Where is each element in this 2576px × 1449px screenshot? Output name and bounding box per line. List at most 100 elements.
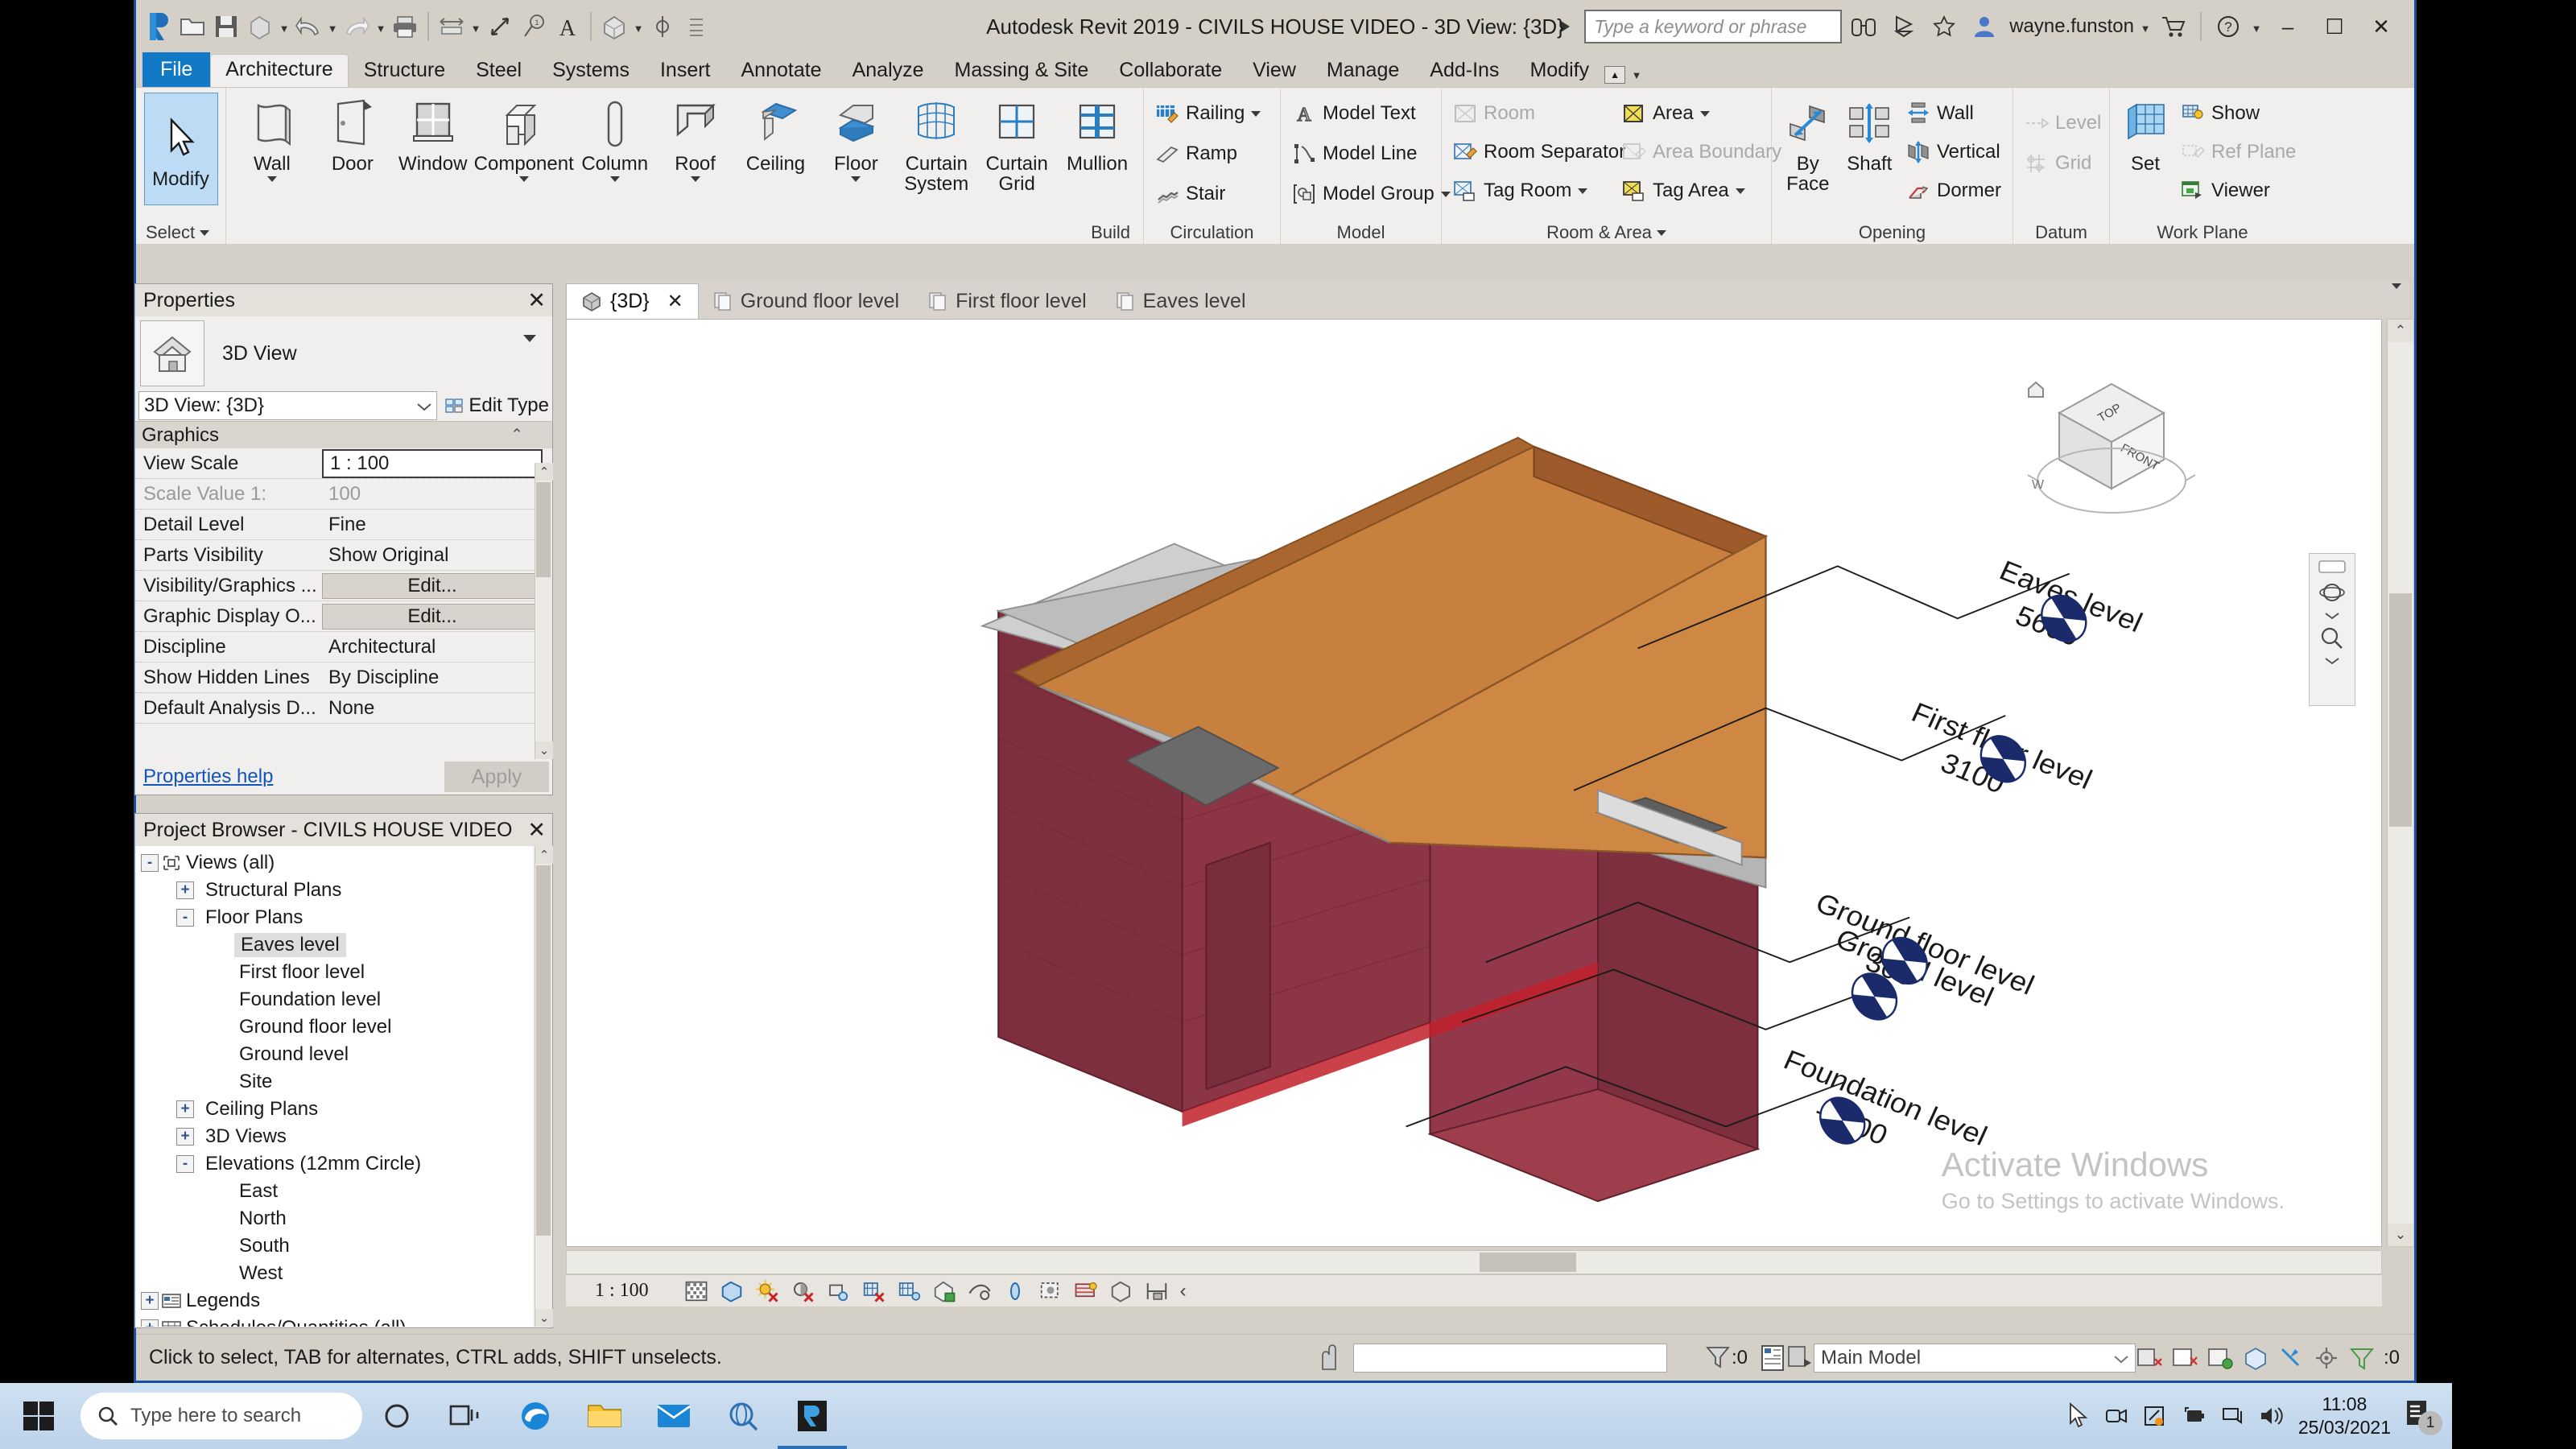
set-work-plane-button[interactable]: Set xyxy=(2116,93,2174,174)
tab-add-ins[interactable]: Add-Ins xyxy=(1414,56,1514,87)
sun-path-off-icon[interactable] xyxy=(755,1279,779,1303)
zoom-icon[interactable] xyxy=(2317,625,2347,652)
tag-room-dropdown-icon[interactable] xyxy=(1578,188,1588,194)
component-dropdown-icon[interactable] xyxy=(518,176,529,183)
window-button[interactable]: Window xyxy=(394,93,473,174)
revit-logo-icon[interactable] xyxy=(142,9,175,44)
onedrive-icon[interactable] xyxy=(2142,1404,2168,1428)
scroll-down-icon[interactable]: ⌄ xyxy=(535,741,553,759)
model-group-button[interactable]: Model Group xyxy=(1287,175,1455,213)
reveal-hidden-elements-icon[interactable] xyxy=(1003,1279,1027,1303)
orbit-dropdown-icon[interactable] xyxy=(2322,610,2342,621)
select-links-icon[interactable] xyxy=(2242,1344,2269,1372)
worksets-combo[interactable]: Main Model xyxy=(1813,1343,2136,1373)
tag-room-button[interactable]: Tag Room xyxy=(1448,171,1616,210)
tree-node-legends[interactable]: + Legends xyxy=(136,1287,533,1315)
canvas-h-scroll-thumb[interactable] xyxy=(1480,1253,1576,1272)
tree-node-eaves-level[interactable]: Eaves level xyxy=(136,931,533,959)
room-button[interactable]: Room xyxy=(1448,94,1616,133)
curtain-grid-button[interactable]: Curtain Grid xyxy=(977,93,1056,194)
column-button[interactable]: Column xyxy=(576,93,654,183)
save-icon[interactable] xyxy=(210,9,242,44)
expand-toggle[interactable]: + xyxy=(176,1100,194,1118)
tree-node-east[interactable]: East xyxy=(136,1178,533,1205)
property-row-show-hidden-lines[interactable]: Show Hidden Lines By Discipline xyxy=(135,663,552,693)
search-expand-icon[interactable] xyxy=(1561,21,1571,32)
property-value[interactable]: Fine xyxy=(322,514,552,536)
expand-toggle[interactable]: + xyxy=(176,881,194,899)
view-tab-close-icon[interactable]: ✕ xyxy=(667,290,683,313)
area-button[interactable]: Area xyxy=(1617,94,1777,133)
tree-node-ceiling-plans[interactable]: + Ceiling Plans xyxy=(136,1096,533,1123)
user-menu-dropdown-icon[interactable]: ▼ xyxy=(2139,9,2152,44)
door-button[interactable]: Door xyxy=(313,93,392,174)
mail-icon[interactable] xyxy=(639,1383,708,1449)
canvas-v-scroll-thumb[interactable] xyxy=(2389,593,2412,827)
taskbar-search-input[interactable]: Type here to search xyxy=(80,1393,362,1439)
view-scale-label[interactable]: 1 : 100 xyxy=(595,1280,649,1302)
tree-node-elevations[interactable]: - Elevations (12mm Circle) xyxy=(136,1150,533,1178)
expand-toggle[interactable]: + xyxy=(141,1319,159,1327)
maximize-button[interactable]: ☐ xyxy=(2313,8,2356,45)
view-control-overflow-icon[interactable]: ‹ xyxy=(1180,1280,1187,1302)
user-avatar-icon[interactable] xyxy=(1966,8,2003,45)
modify-button[interactable]: Modify xyxy=(143,93,218,205)
apply-button[interactable]: Apply xyxy=(444,762,549,792)
level-button[interactable]: Level xyxy=(2020,104,2106,142)
tab-view[interactable]: View xyxy=(1237,56,1311,87)
shopping-cart-icon[interactable] xyxy=(2155,8,2192,45)
camera-icon[interactable] xyxy=(2103,1404,2129,1428)
battery-icon[interactable] xyxy=(2181,1404,2207,1428)
measure-icon[interactable] xyxy=(1145,1279,1169,1303)
roof-dropdown-icon[interactable] xyxy=(690,176,700,183)
analytical-model-icon[interactable] xyxy=(1074,1279,1098,1303)
tab-collaborate[interactable]: Collaborate xyxy=(1104,56,1237,87)
property-value[interactable]: None xyxy=(322,697,552,720)
thin-lines-icon[interactable] xyxy=(680,9,712,44)
view-tab-first-floor-level[interactable]: First floor level xyxy=(914,283,1101,319)
constraints-icon[interactable] xyxy=(1109,1279,1133,1303)
visibility-graphics-edit-button[interactable]: Edit... xyxy=(322,572,543,599)
temporary-hide-isolate-icon[interactable] xyxy=(968,1279,992,1303)
properties-scroll-thumb[interactable] xyxy=(536,482,551,577)
taskbar-clock[interactable]: 11:08 25/03/2021 xyxy=(2298,1393,2391,1439)
save-as-dropdown-icon[interactable]: ▼ xyxy=(278,9,291,44)
undo-dropdown-icon[interactable]: ▼ xyxy=(326,9,339,44)
property-row-view-scale[interactable]: View Scale 1 : 100 xyxy=(135,448,552,479)
default-3d-view-icon[interactable] xyxy=(598,9,630,44)
tree-node-3d-views[interactable]: + 3D Views xyxy=(136,1123,533,1150)
scroll-up-icon[interactable]: ⌃ xyxy=(535,463,553,481)
ref-plane-button[interactable]: Ref Plane xyxy=(2176,133,2296,171)
canvas-vertical-scrollbar[interactable]: ⌃ ⌄ xyxy=(2387,319,2414,1247)
panel-title-select[interactable]: Select xyxy=(142,221,219,244)
tree-node-foundation-level[interactable]: Foundation level xyxy=(136,986,533,1013)
3d-view-dropdown-icon[interactable]: ▼ xyxy=(632,9,645,44)
editing-request-icon[interactable] xyxy=(2171,1344,2198,1372)
binoculars-icon[interactable] xyxy=(1845,8,1882,45)
tab-manage[interactable]: Manage xyxy=(1311,56,1414,87)
print-icon[interactable] xyxy=(389,9,421,44)
area-boundary-button[interactable]: Area Boundary xyxy=(1617,133,1781,171)
help-search-input[interactable]: Type a keyword or phrase xyxy=(1584,10,1843,43)
view-instance-dropdown-icon[interactable] xyxy=(417,394,432,417)
redo-icon[interactable] xyxy=(341,9,373,44)
view-cube[interactable]: TOP FRONT W xyxy=(2011,368,2212,529)
wall-button[interactable]: Wall xyxy=(233,93,312,183)
component-button[interactable]: Component xyxy=(474,93,574,183)
property-value[interactable]: By Discipline xyxy=(322,667,552,689)
railing-dropdown-icon[interactable] xyxy=(1251,110,1261,117)
properties-close-icon[interactable]: ✕ xyxy=(527,288,546,313)
canvas-scroll-down-icon[interactable]: ⌄ xyxy=(2388,1224,2413,1246)
floor-button[interactable]: Floor xyxy=(816,93,895,183)
model-text-button[interactable]: A Model Text xyxy=(1287,94,1421,133)
lock-3d-view-icon[interactable] xyxy=(932,1279,956,1303)
mullion-button[interactable]: Mullion xyxy=(1058,93,1137,174)
tree-node-floor-plans[interactable]: - Floor Plans xyxy=(136,904,533,931)
type-selector-dropdown-icon[interactable] xyxy=(523,334,547,365)
help-icon[interactable]: ? xyxy=(2210,8,2247,45)
shadows-off-icon[interactable] xyxy=(791,1279,815,1303)
tab-annotate[interactable]: Annotate xyxy=(726,56,837,87)
tab-structure[interactable]: Structure xyxy=(349,56,460,87)
scroll-up-icon[interactable]: ⌃ xyxy=(535,846,553,864)
username-label[interactable]: wayne.funston xyxy=(2009,15,2134,38)
